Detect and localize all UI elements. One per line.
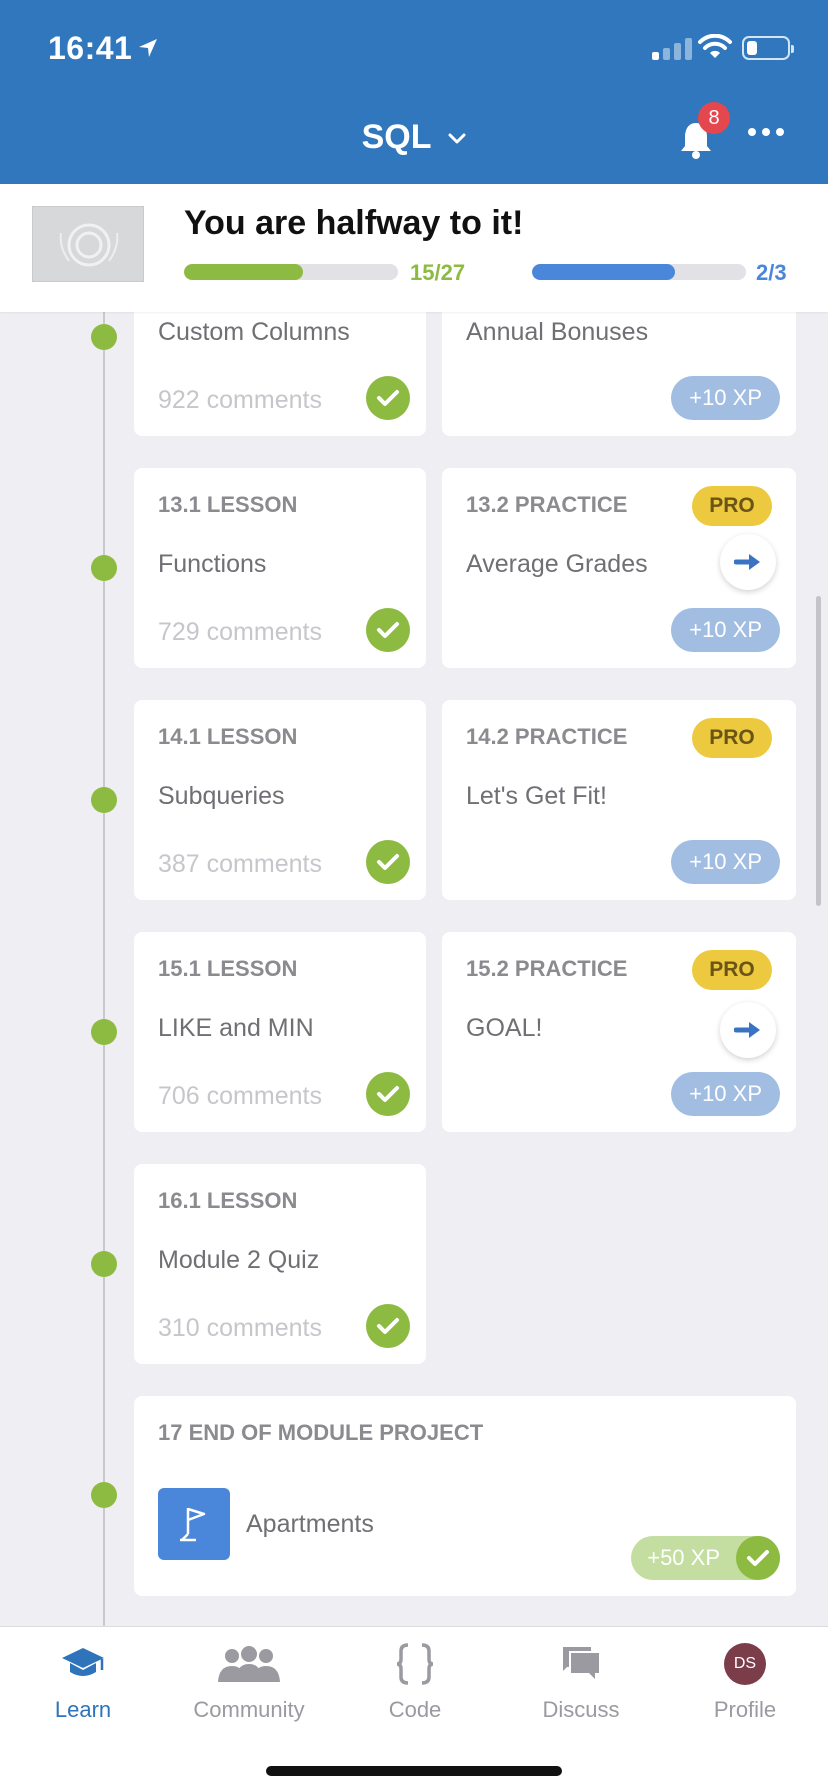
tab-label: Learn xyxy=(54,1697,112,1722)
code-braces-icon xyxy=(332,1641,498,1687)
tab-discuss[interactable]: Discuss xyxy=(498,1627,664,1737)
xp-badge: +10 XP xyxy=(671,608,780,652)
more-options-button[interactable] xyxy=(748,128,784,136)
certificate-progress-bar xyxy=(532,264,746,280)
lesson-card[interactable]: 16.1 LESSON Module 2 Quiz 310 comments xyxy=(134,1164,426,1364)
xp-badge: +10 XP xyxy=(671,1072,780,1116)
home-indicator xyxy=(266,1766,562,1776)
status-time: 16:41 xyxy=(48,30,133,66)
lesson-title: Custom Columns xyxy=(158,318,350,346)
start-practice-button[interactable] xyxy=(720,1002,776,1058)
project-title: Apartments xyxy=(246,1510,374,1538)
practice-kind: 14.2 PRACTICE xyxy=(466,724,628,749)
flag-icon xyxy=(158,1488,230,1560)
lesson-title: Functions xyxy=(158,550,267,578)
lesson-comments[interactable]: 706 comments xyxy=(158,1082,322,1111)
completed-check-icon xyxy=(366,840,410,884)
chevron-down-icon xyxy=(448,133,466,144)
completed-check-icon xyxy=(366,608,410,652)
certificate-seal-icon xyxy=(59,223,119,267)
tab-label: Code xyxy=(388,1697,442,1722)
lesson-kind: 14.1 LESSON xyxy=(158,724,298,749)
pro-badge: PRO xyxy=(692,950,772,990)
completed-check-icon xyxy=(366,1304,410,1348)
timeline-dot xyxy=(91,555,117,581)
tab-profile[interactable]: DS Profile xyxy=(662,1627,828,1737)
practice-title: Let's Get Fit! xyxy=(466,782,607,810)
pro-badge: PRO xyxy=(692,486,772,526)
practice-kind: 15.2 PRACTICE xyxy=(466,956,628,981)
avatar-icon: DS xyxy=(662,1641,828,1687)
lessons-progress-bar xyxy=(184,264,398,280)
timeline-dot xyxy=(91,787,117,813)
course-title: SQL xyxy=(361,118,431,156)
lesson-card[interactable]: 14.1 LESSON Subqueries 387 comments xyxy=(134,700,426,900)
timeline-dot xyxy=(91,1482,117,1508)
project-xp-label: +50 XP xyxy=(647,1545,720,1570)
timeline-dot xyxy=(91,1251,117,1277)
lesson-comments[interactable]: 729 comments xyxy=(158,618,322,647)
completed-check-icon xyxy=(366,376,410,420)
lesson-comments[interactable]: 922 comments xyxy=(158,386,322,415)
lesson-title: Module 2 Quiz xyxy=(158,1246,320,1274)
project-card[interactable]: 17 END OF MODULE PROJECT Apartments +50 … xyxy=(134,1396,796,1596)
graduation-cap-icon xyxy=(0,1641,166,1687)
cellular-signal-icon xyxy=(652,36,692,60)
lesson-kind: 16.1 LESSON xyxy=(158,1188,298,1213)
people-icon xyxy=(166,1641,332,1687)
tab-community[interactable]: Community xyxy=(166,1627,332,1737)
timeline-dot xyxy=(91,1019,117,1045)
practice-title: Annual Bonuses xyxy=(466,318,649,346)
practice-card[interactable]: 13.2 PRACTICE PRO Average Grades +10 XP xyxy=(442,468,796,668)
practice-title: GOAL! xyxy=(466,1014,543,1042)
project-kind: 17 END OF MODULE PROJECT xyxy=(158,1420,484,1445)
lesson-comments[interactable]: 387 comments xyxy=(158,850,322,879)
xp-badge: +10 XP xyxy=(671,840,780,884)
certificate-thumbnail xyxy=(32,206,144,282)
lesson-card[interactable]: 15.1 LESSON LIKE and MIN 706 comments xyxy=(134,932,426,1132)
practice-title: Average Grades xyxy=(466,550,648,578)
lesson-comments[interactable]: 310 comments xyxy=(158,1314,322,1343)
lesson-title: Subqueries xyxy=(158,782,285,810)
arrow-right-icon xyxy=(734,1022,760,1038)
practice-kind: 13.2 PRACTICE xyxy=(466,492,628,517)
banner-title: You are halfway to it! xyxy=(184,204,524,242)
avatar: DS xyxy=(724,1643,766,1685)
chat-bubbles-icon xyxy=(498,1641,664,1687)
practice-card[interactable]: 15.2 PRACTICE PRO GOAL! +10 XP xyxy=(442,932,796,1132)
tab-learn[interactable]: Learn xyxy=(0,1627,166,1737)
pro-badge: PRO xyxy=(692,718,772,758)
completed-check-icon xyxy=(736,1536,780,1580)
practice-card[interactable]: 14.2 PRACTICE PRO Let's Get Fit! +10 XP xyxy=(442,700,796,900)
lesson-kind: 15.1 LESSON xyxy=(158,956,298,981)
battery-icon xyxy=(742,36,794,60)
timeline-line xyxy=(103,312,105,1628)
tab-code[interactable]: Code xyxy=(332,1627,498,1737)
certificate-progress-label: 2/3 xyxy=(756,260,787,285)
app-header: 16:41 SQL 8 xyxy=(0,0,828,184)
tab-label: Community xyxy=(193,1697,305,1722)
lesson-title: LIKE and MIN xyxy=(158,1014,314,1042)
lessons-progress-label: 15/27 xyxy=(410,260,466,285)
start-practice-button[interactable] xyxy=(720,534,776,590)
project-xp-badge: +50 XP xyxy=(631,1536,780,1580)
xp-badge: +10 XP xyxy=(671,376,780,420)
progress-banner[interactable]: You are halfway to it! 15/27 2/3 xyxy=(0,184,828,312)
completed-check-icon xyxy=(366,1072,410,1116)
lesson-card[interactable]: 13.1 LESSON Functions 729 comments xyxy=(134,468,426,668)
lesson-kind: 13.1 LESSON xyxy=(158,492,298,517)
tab-label: Discuss xyxy=(542,1697,620,1722)
location-arrow-icon xyxy=(139,39,157,57)
wifi-icon xyxy=(698,34,732,58)
timeline-dot xyxy=(91,324,117,350)
tab-label: Profile xyxy=(713,1697,777,1722)
scrollbar[interactable] xyxy=(816,596,821,906)
notification-count-badge: 8 xyxy=(698,102,730,134)
arrow-right-icon xyxy=(734,554,760,570)
